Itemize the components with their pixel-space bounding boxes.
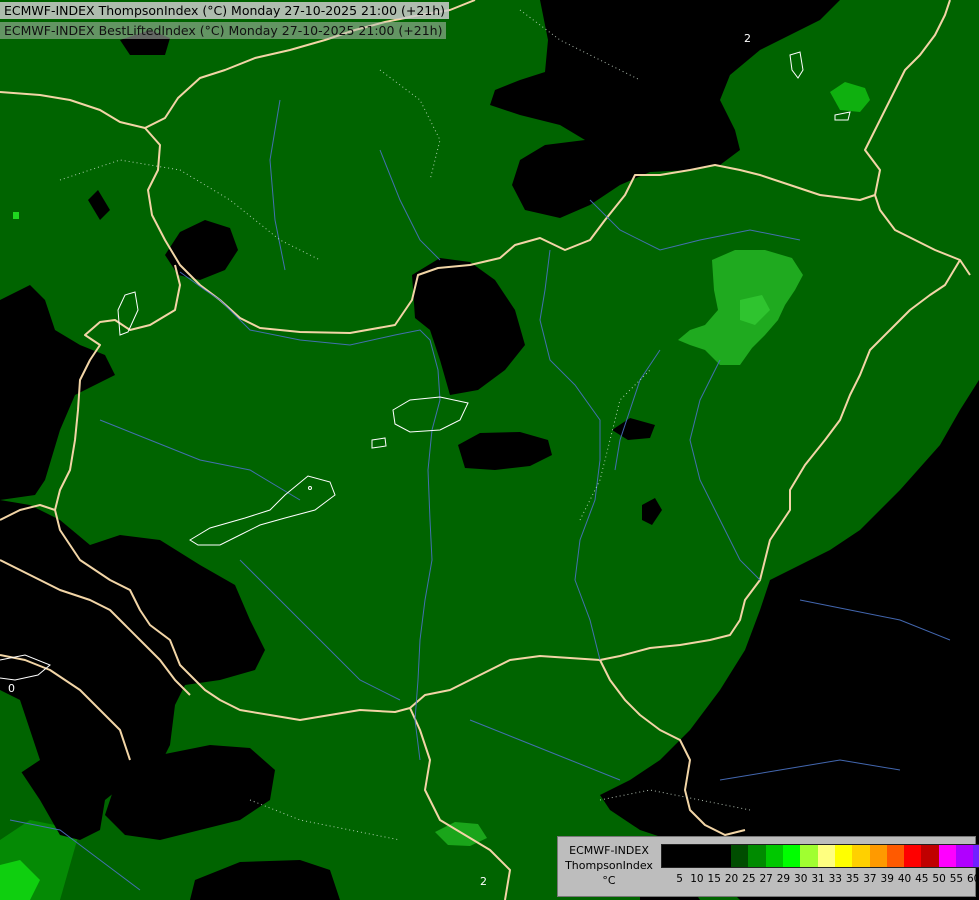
legend-title-line-2: ThompsonIndex: [565, 859, 653, 872]
legend-tick-label: 45: [915, 873, 929, 885]
legend-swatch: [748, 845, 766, 867]
legend-swatch: [938, 845, 957, 867]
legend-tick-label: 29: [776, 873, 791, 885]
map-canvas: 2 0 2: [0, 0, 979, 900]
legend-tick-label: 37: [863, 873, 877, 885]
legend-title-line-3: °C: [602, 874, 616, 887]
legend-swatch: [713, 845, 732, 867]
legend-swatch: [852, 845, 870, 867]
legend-tick-label: 35: [845, 873, 860, 885]
map-header-thompson-index: ECMWF-INDEX ThompsonIndex (°C) Monday 27…: [0, 2, 450, 19]
legend-title-line-1: ECMWF-INDEX: [569, 844, 649, 857]
legend-tick-label: 30: [794, 873, 808, 885]
legend-tick-label: 27: [759, 873, 773, 885]
legend-tick-label: 40: [897, 873, 912, 885]
legend-swatch: [783, 845, 801, 867]
legend-swatch: [886, 845, 905, 867]
legend-swatch: [817, 845, 835, 867]
legend-tick-label: 33: [828, 873, 842, 885]
legend-tick-label: 31: [811, 873, 825, 885]
legend-swatch: [731, 845, 749, 867]
legend-swatch: [800, 845, 818, 867]
legend-title: ECMWF-INDEX ThompsonIndex °C: [560, 843, 658, 888]
legend-swatch: [679, 845, 697, 867]
map-header-best-lifted-index: ECMWF-INDEX BestLiftedIndex (°C) Monday …: [0, 22, 447, 39]
contour-label-north: 2: [744, 32, 751, 45]
legend-swatch: [904, 845, 922, 867]
legend-swatch: [834, 845, 853, 867]
contour-label-west: 0: [8, 682, 15, 695]
legend-swatch: [869, 845, 887, 867]
legend-tick-label: 60: [967, 873, 979, 885]
legend-tick-label: 15: [707, 873, 721, 885]
legend-ticks: 5 10 15 20 25 27 29 30 31 33 35 37 39 40 45 50 55 60: [671, 873, 979, 885]
contour-label-south: 2: [480, 875, 487, 888]
legend-tick-label: 10: [690, 873, 704, 885]
legend-swatch: [696, 845, 714, 867]
legend-swatches: [661, 844, 979, 868]
color-legend: ECMWF-INDEX ThompsonIndex °C 5 10 15 20 25 27…: [557, 836, 979, 897]
legend-tick-label: 20: [724, 873, 739, 885]
legend-tick-label: 50: [932, 873, 946, 885]
legend-swatch: [765, 845, 784, 867]
legend-tick-label: 55: [949, 873, 964, 885]
field-bright-spot-west: [13, 212, 19, 219]
legend-swatch: [973, 845, 979, 867]
legend-swatch: [921, 845, 939, 867]
legend-tick-label: 25: [742, 873, 756, 885]
legend-tick-label: 5: [676, 873, 683, 885]
legend-swatch: [662, 845, 680, 867]
legend-tick-label: 39: [880, 873, 894, 885]
legend-swatch: [956, 845, 974, 867]
